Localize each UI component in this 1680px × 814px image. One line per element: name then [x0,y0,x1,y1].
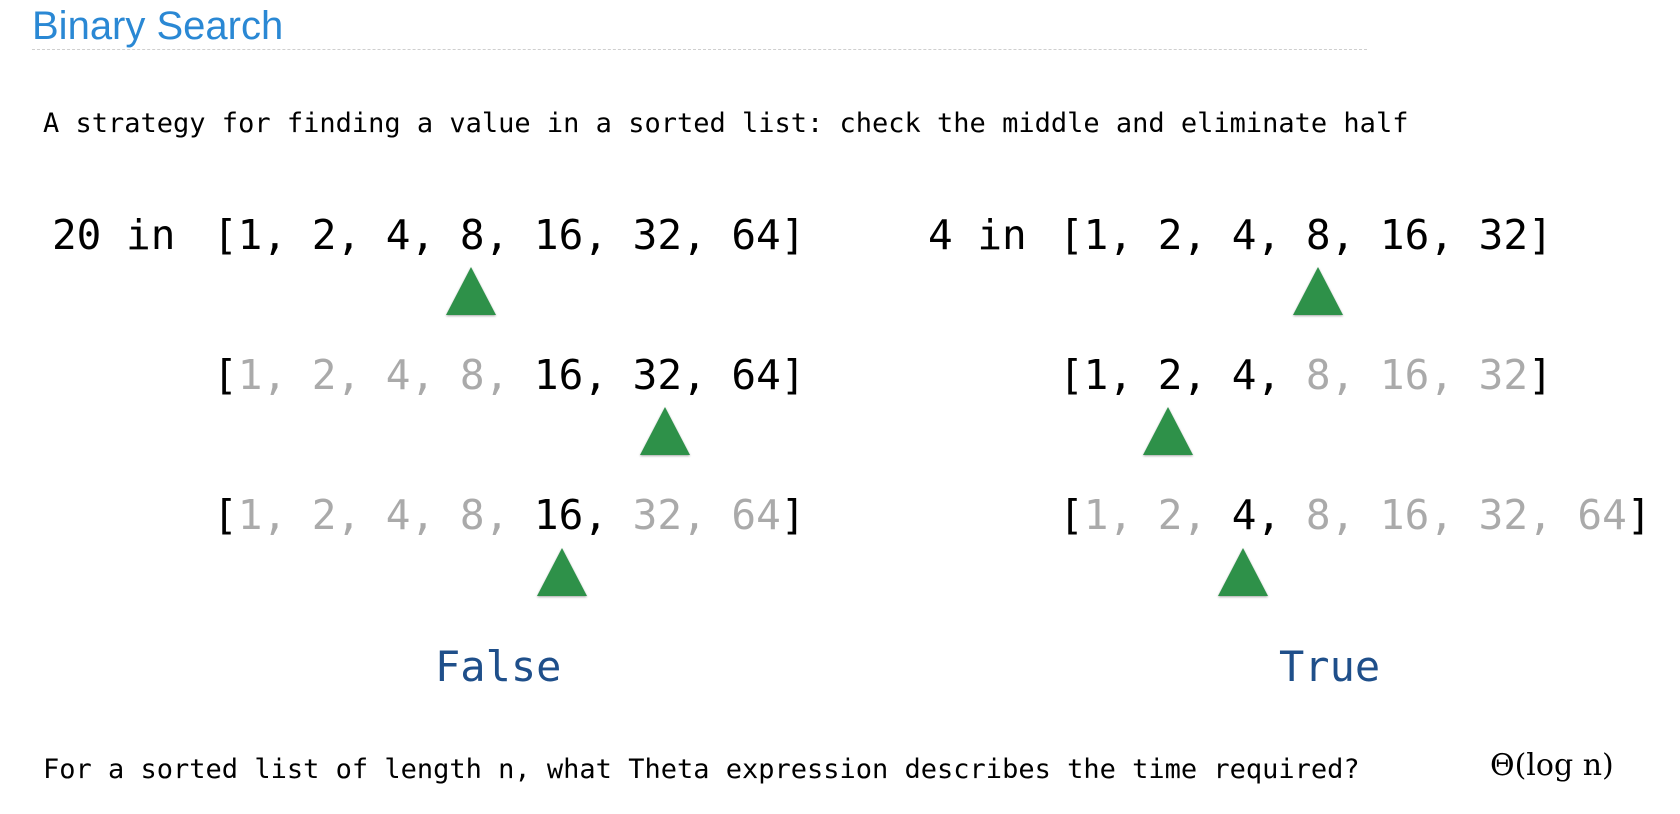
title-divider [32,49,1367,50]
right-query: 4 in [928,211,1052,259]
pointer-arrow-icon [1293,267,1343,315]
list-segment-active: [ [213,351,238,399]
list-segment-active: 4, [1231,491,1282,539]
pointer-arrow-icon [537,548,587,596]
list-segment-active: [1, 2, 4, 8, 16, 32] [1059,211,1553,259]
page-title: Binary Search [32,4,284,48]
list-segment-active: 16, [533,491,608,539]
left-row-2: [1, 2, 4, 8, 16, 32, 64] [213,355,805,396]
list-segment-eliminated: 8, 16, 32, 64 [1281,491,1627,539]
pointer-arrow-icon [446,267,496,315]
complexity-question: For a sorted list of length n, what Thet… [43,754,1360,785]
list-segment-active: ] [780,491,806,539]
left-result: False [435,642,562,691]
list-segment-eliminated: 1, 2, [1083,491,1232,539]
right-row-1: [1, 2, 4, 8, 16, 32] [1059,215,1553,256]
right-row-2: [1, 2, 4, 8, 16, 32] [1059,355,1553,396]
list-segment-eliminated: 1, 2, 4, 8, [237,491,534,539]
list-segment-active: [1, 2, 4, 8, 16, 32, 64] [213,211,806,259]
list-segment-eliminated: 32, 64 [607,491,781,539]
intro-text: A strategy for finding a value in a sort… [43,108,1409,139]
left-query: 20 in [52,211,201,259]
list-segment-active: [ [1059,491,1084,539]
complexity-answer: Θ(log n) [1490,748,1614,783]
right-result: True [1279,642,1381,691]
pointer-arrow-icon [1218,548,1268,596]
list-segment-active: ] [1626,491,1652,539]
list-segment-active: [1, 2, 4, [1059,351,1306,399]
list-segment-eliminated: 8, 16, 32 [1305,351,1529,399]
pointer-arrow-icon [640,407,690,455]
list-segment-active: [ [213,491,238,539]
left-row-3: [1, 2, 4, 8, 16, 32, 64] [213,495,805,536]
right-row-3: [1, 2, 4, 8, 16, 32, 64] [1059,495,1651,536]
pointer-arrow-icon [1143,407,1193,455]
left-row-1: [1, 2, 4, 8, 16, 32, 64] [213,215,805,256]
list-segment-active: ] [1528,351,1553,399]
list-segment-eliminated: 1, 2, 4, 8, [237,351,534,399]
list-segment-active: 16, 32, 64] [533,351,806,399]
